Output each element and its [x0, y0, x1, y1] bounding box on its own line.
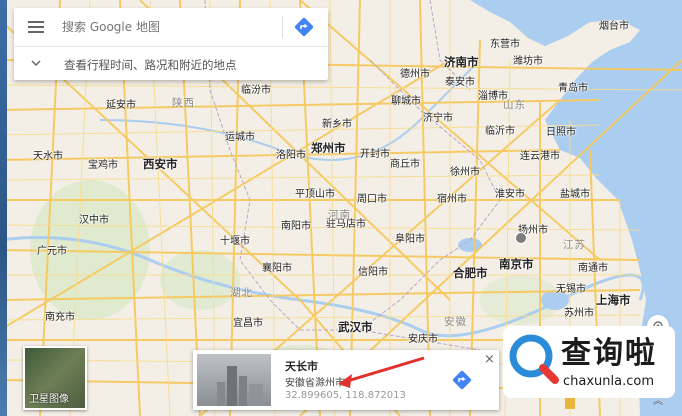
- city-label[interactable]: 天水市: [33, 152, 63, 162]
- city-label[interactable]: 武汉市: [338, 321, 373, 334]
- city-label[interactable]: 南阳市: [281, 222, 311, 232]
- watermark-text: 查询啦: [561, 336, 657, 371]
- city-label[interactable]: 商丘市: [390, 160, 420, 170]
- city-label[interactable]: 德州市: [400, 70, 430, 80]
- expand-icon[interactable]: ︽: [653, 392, 663, 407]
- city-label[interactable]: 潍坊市: [513, 57, 543, 67]
- watermark-url: chaxunla.com: [563, 374, 654, 389]
- search-input[interactable]: [62, 18, 262, 36]
- city-label[interactable]: 东营市: [490, 40, 520, 50]
- left-window-edge: [0, 0, 7, 416]
- city-label[interactable]: 开封市: [360, 150, 390, 160]
- city-label[interactable]: 日照市: [546, 128, 576, 138]
- city-label[interactable]: 济宁市: [423, 114, 453, 124]
- satellite-toggle[interactable]: 卫星图像: [23, 346, 87, 410]
- place-photo[interactable]: [197, 354, 271, 406]
- explore-label[interactable]: 查看行程时间、路况和附近的地点: [64, 57, 237, 73]
- city-label[interactable]: 盐城市: [560, 190, 590, 200]
- city-label[interactable]: 合肥市: [453, 267, 488, 280]
- city-label[interactable]: 连云港市: [520, 152, 560, 162]
- close-icon[interactable]: ×: [484, 353, 495, 366]
- divider: [282, 16, 283, 38]
- city-label[interactable]: 汉中市: [79, 216, 109, 226]
- city-label[interactable]: 西安市: [143, 158, 178, 171]
- city-label[interactable]: 运城市: [225, 133, 255, 143]
- city-label[interactable]: 临沂市: [485, 127, 515, 137]
- city-label[interactable]: 郑州市: [311, 142, 346, 155]
- search-row: [14, 8, 328, 47]
- province-label: 陕西: [172, 97, 195, 109]
- annotation-arrow: [338, 356, 425, 388]
- city-label[interactable]: 徐州市: [450, 168, 480, 178]
- city-label[interactable]: 南充市: [45, 313, 75, 323]
- province-label: 湖北: [230, 287, 253, 299]
- city-label[interactable]: 聊城市: [391, 97, 421, 107]
- menu-icon[interactable]: [28, 21, 44, 33]
- city-label[interactable]: 宝鸡市: [88, 161, 118, 171]
- city-label[interactable]: 济南市: [444, 56, 479, 69]
- city-label[interactable]: 信阳市: [358, 268, 388, 278]
- chevron-down-icon[interactable]: [30, 57, 42, 69]
- city-label[interactable]: 青岛市: [558, 84, 588, 94]
- city-label[interactable]: 南通市: [578, 264, 608, 274]
- city-label[interactable]: 阜阳市: [395, 235, 425, 245]
- place-photo-image: [217, 366, 263, 406]
- province-label: 河南: [328, 209, 351, 221]
- province-label: 江苏: [563, 239, 586, 251]
- province-label: 安徽: [444, 316, 467, 328]
- place-name: 天长市: [285, 360, 318, 373]
- search-box: 查看行程时间、路况和附近的地点: [14, 8, 328, 80]
- city-label[interactable]: 襄阳市: [262, 264, 292, 274]
- city-label[interactable]: 上海市: [596, 294, 631, 307]
- city-label[interactable]: 安庆市: [408, 335, 438, 345]
- city-label[interactable]: 延安市: [106, 101, 136, 111]
- city-label[interactable]: 苏州市: [564, 309, 594, 319]
- city-label[interactable]: 无锡市: [556, 285, 586, 295]
- city-label[interactable]: 宜昌市: [233, 319, 263, 329]
- city-label[interactable]: 泰安市: [445, 78, 475, 88]
- city-label[interactable]: 周口市: [357, 195, 387, 205]
- magnifier-logo-icon: [509, 334, 559, 384]
- city-label[interactable]: 十堰市: [220, 237, 250, 247]
- location-pin-icon[interactable]: [515, 232, 527, 244]
- satellite-label: 卫星图像: [29, 394, 69, 405]
- city-label[interactable]: 南京市: [499, 258, 534, 271]
- province-label: 山东: [503, 99, 526, 111]
- directions-icon[interactable]: [294, 17, 314, 37]
- directions-icon[interactable]: [451, 369, 473, 391]
- city-label[interactable]: 新乡市: [322, 120, 352, 130]
- city-label[interactable]: 平顶山市: [295, 190, 335, 200]
- explore-row[interactable]: 查看行程时间、路况和附近的地点: [14, 47, 328, 80]
- city-label[interactable]: 淮安市: [495, 190, 525, 200]
- watermark: 查询啦 chaxunla.com: [503, 326, 675, 398]
- city-label[interactable]: 宿州市: [437, 195, 467, 205]
- city-label[interactable]: 临汾市: [241, 86, 271, 96]
- city-label[interactable]: 洛阳市: [276, 151, 306, 161]
- city-label[interactable]: 烟台市: [599, 22, 629, 32]
- city-label[interactable]: 广元市: [37, 247, 67, 257]
